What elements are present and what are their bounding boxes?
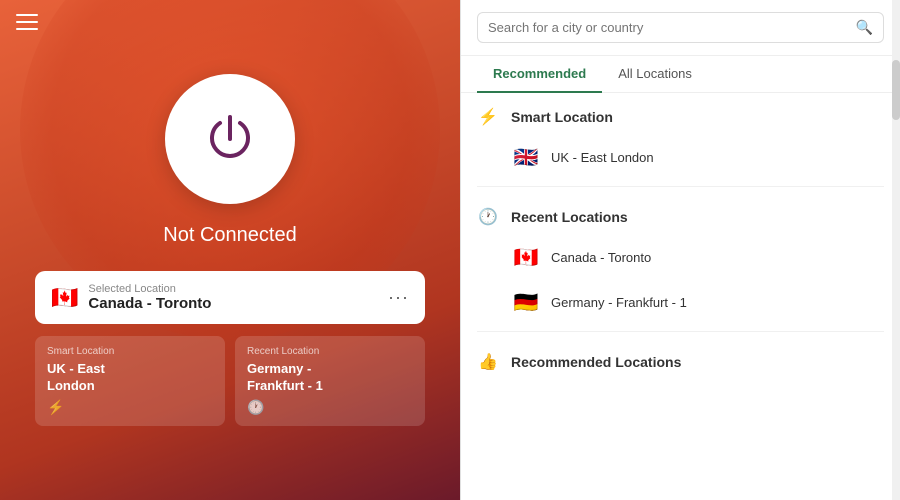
shortcut-card-recent[interactable]: Recent Location Germany -Frankfurt - 1 🕐 [235, 336, 425, 426]
power-button[interactable] [165, 74, 295, 204]
tab-recommended[interactable]: Recommended [477, 56, 602, 93]
selected-flag: 🇨🇦 [51, 285, 78, 311]
location-canada-toronto: Canada - Toronto [551, 250, 651, 265]
flag-uk: 🇬🇧 [513, 145, 539, 170]
divider-1 [477, 186, 884, 187]
bottom-shortcuts: Smart Location UK - EastLondon ⚡ Recent … [35, 336, 425, 426]
power-icon [200, 109, 260, 169]
shortcut-recent-icon: 🕐 [247, 399, 264, 416]
shortcut-smart-name: UK - EastLondon [47, 361, 213, 395]
list-item[interactable]: 🇨🇦 Canada - Toronto [461, 235, 900, 280]
shortcut-smart-icon: ⚡ [47, 399, 64, 416]
selected-location-name: Canada - Toronto [88, 295, 211, 312]
divider-2 [477, 331, 884, 332]
selected-location-info: Selected Location Canada - Toronto [88, 283, 211, 312]
list-item[interactable]: 🇩🇪 Germany - Frankfurt - 1 [461, 280, 900, 325]
shortcut-recent-name: Germany -Frankfurt - 1 [247, 361, 413, 395]
scrollbar-thumb[interactable] [892, 60, 900, 120]
menu-icon[interactable] [16, 14, 38, 30]
location-germany-frankfurt: Germany - Frankfurt - 1 [551, 295, 687, 310]
section-recommended-icon: 👍 [477, 352, 499, 372]
section-header-recommended: 👍 Recommended Locations [461, 338, 900, 380]
flag-germany: 🇩🇪 [513, 290, 539, 315]
section-recommended-title: Recommended Locations [511, 354, 681, 370]
selected-location-left: 🇨🇦 Selected Location Canada - Toronto [51, 283, 211, 312]
power-button-area [165, 74, 295, 204]
scrollbar-track [892, 0, 900, 500]
right-panel: 🔍 Recommended All Locations ⚡ Smart Loca… [460, 0, 900, 500]
selected-location-card[interactable]: 🇨🇦 Selected Location Canada - Toronto ··… [35, 271, 425, 324]
shortcut-smart-label: Smart Location [47, 346, 213, 357]
section-smart-title: Smart Location [511, 109, 613, 125]
section-smart-icon: ⚡ [477, 107, 499, 127]
flag-canada: 🇨🇦 [513, 245, 539, 270]
shortcut-card-smart[interactable]: Smart Location UK - EastLondon ⚡ [35, 336, 225, 426]
section-recent-icon: 🕐 [477, 207, 499, 227]
more-options-button[interactable]: ··· [388, 287, 409, 308]
left-panel: Not Connected 🇨🇦 Selected Location Canad… [0, 0, 460, 500]
search-icon: 🔍 [856, 19, 873, 36]
header-bar [0, 0, 460, 44]
section-header-recent: 🕐 Recent Locations [461, 193, 900, 235]
connection-status: Not Connected [163, 224, 296, 247]
shortcut-smart-bottom: ⚡ [47, 399, 213, 416]
list-item[interactable]: 🇬🇧 UK - East London [461, 135, 900, 180]
shortcut-recent-label: Recent Location [247, 346, 413, 357]
tab-all-locations[interactable]: All Locations [602, 56, 708, 93]
location-uk-east-london: UK - East London [551, 150, 654, 165]
search-input-wrapper: 🔍 [477, 12, 884, 43]
search-input[interactable] [488, 20, 848, 35]
locations-list: ⚡ Smart Location 🇬🇧 UK - East London 🕐 R… [461, 93, 900, 500]
selected-location-label: Selected Location [88, 283, 211, 295]
section-recent-title: Recent Locations [511, 209, 628, 225]
section-header-smart: ⚡ Smart Location [461, 93, 900, 135]
search-bar: 🔍 [461, 0, 900, 56]
shortcut-recent-bottom: 🕐 [247, 399, 413, 416]
tabs-bar: Recommended All Locations [461, 56, 900, 93]
